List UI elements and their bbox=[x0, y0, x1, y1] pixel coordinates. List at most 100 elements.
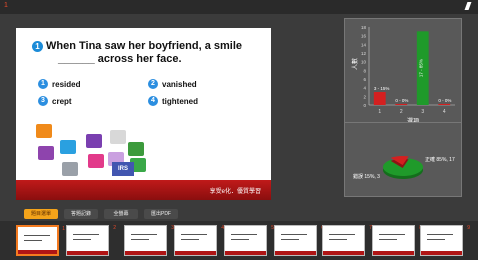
thumb-text-line bbox=[281, 239, 299, 240]
result-pie-chart: 正確 85%, 17 錯誤 15%, 3 bbox=[353, 156, 455, 180]
thumb-text-line bbox=[231, 239, 249, 240]
slide-thumbnail-2[interactable]: 2 bbox=[66, 225, 116, 256]
option-4-number-icon: 4 bbox=[148, 96, 158, 106]
thumb-footer bbox=[125, 251, 166, 255]
slide-thumbnail-6[interactable]: 6 bbox=[274, 225, 324, 256]
thumb-footer bbox=[225, 251, 266, 255]
option-4[interactable]: 4 tightened bbox=[148, 96, 198, 106]
bar-option-2 bbox=[395, 103, 408, 105]
bar-data-label: 0 - 0% bbox=[438, 98, 451, 103]
irs-badge: IRS bbox=[112, 162, 134, 176]
option-2-label: vanished bbox=[162, 79, 197, 89]
tile-decoration bbox=[128, 142, 144, 156]
y-tick-label: 16 bbox=[361, 34, 367, 39]
close-icon[interactable] bbox=[464, 2, 472, 10]
thumb-text-line bbox=[24, 240, 42, 241]
thumb-text-line bbox=[379, 239, 397, 240]
thumb-text-line bbox=[73, 239, 91, 240]
result-bar-chart-panel: 0 2 4 6 8 10 12 14 16 18 1 3 - 15% 2 0 - 0% 3 17 - 85%… bbox=[344, 18, 462, 128]
x-tick-label: 2 bbox=[400, 109, 403, 115]
x-tick-label: 3 bbox=[421, 109, 424, 115]
y-tick-label: 6 bbox=[363, 77, 366, 82]
thumb-text-line bbox=[131, 239, 149, 240]
y-tick-label: 2 bbox=[363, 94, 366, 99]
y-tick-label: 18 bbox=[361, 25, 367, 30]
thumb-footer bbox=[67, 251, 108, 255]
slide-thumbnail-1[interactable]: 1 bbox=[16, 225, 65, 256]
option-1-label: resided bbox=[52, 79, 81, 89]
thumb-footer bbox=[18, 250, 57, 254]
bar-option-4 bbox=[438, 103, 451, 105]
thumb-text-line bbox=[427, 234, 453, 235]
thumb-text-line bbox=[281, 234, 307, 235]
thumb-footer bbox=[275, 251, 316, 255]
question-number-icon: 1 bbox=[32, 41, 43, 52]
bar-data-label: 3 - 15% bbox=[374, 86, 390, 91]
tile-decoration bbox=[38, 146, 54, 160]
question-text: When Tina saw her boyfriend, a smile bbox=[46, 40, 243, 52]
thumbnail-number: 2 bbox=[113, 225, 116, 231]
option-2-number-icon: 2 bbox=[148, 79, 158, 89]
x-tick-label: 1 bbox=[378, 109, 381, 115]
option-3-number-icon: 3 bbox=[38, 96, 48, 106]
pie-label-wrong: 錯誤 15%, 3 bbox=[353, 173, 380, 180]
option-4-label: tightened bbox=[162, 96, 198, 106]
tile-decoration bbox=[36, 124, 52, 138]
y-tick-label: 8 bbox=[363, 68, 366, 73]
option-3[interactable]: 3 crept bbox=[38, 96, 72, 106]
bar-data-label: 0 - 0% bbox=[395, 98, 408, 103]
tab-export-pdf[interactable]: 匯出PDF bbox=[144, 209, 178, 219]
tab-fullscreen[interactable]: 全螢幕 bbox=[104, 209, 138, 219]
thumbnail-number: 1 bbox=[62, 226, 65, 232]
irs-presentation-app: 1 1 When Tina saw her boyfriend, a smile … bbox=[0, 0, 478, 260]
thumb-text-line bbox=[24, 235, 50, 236]
slide-thumbnail-5[interactable]: 5 bbox=[224, 225, 274, 256]
option-2[interactable]: 2 vanished bbox=[148, 79, 197, 89]
tab-bar: 題目選單 答題記錄 全螢幕 匯出PDF bbox=[0, 207, 478, 221]
slide-thumbnail-3[interactable]: 3 bbox=[124, 225, 174, 256]
thumb-text-line bbox=[329, 234, 355, 235]
pie-label-correct: 正確 85%, 17 bbox=[425, 156, 455, 163]
thumb-footer bbox=[175, 251, 216, 255]
top-bar: 1 bbox=[0, 0, 478, 14]
result-bar-chart: 0 2 4 6 8 10 12 14 16 18 1 3 - 15% 2 0 - 0% 3 17 - 85%… bbox=[351, 25, 455, 125]
option-1[interactable]: 1 resided bbox=[38, 79, 80, 89]
thumb-footer bbox=[373, 251, 414, 255]
slide-thumbnail-8[interactable]: 8 bbox=[372, 225, 422, 256]
thumbnail-number: 9 bbox=[467, 225, 470, 231]
thumb-text-line bbox=[131, 234, 157, 235]
question-line-2: ______ across her face. bbox=[58, 53, 182, 65]
tab-answer-records[interactable]: 答題記錄 bbox=[64, 209, 98, 219]
thumb-text-line bbox=[329, 239, 347, 240]
slide-thumbnail-7[interactable]: 7 bbox=[322, 225, 372, 256]
result-pie-chart-panel: 正確 85%, 17 錯誤 15%, 3 bbox=[344, 122, 462, 197]
y-tick-label: 14 bbox=[361, 42, 367, 47]
tile-decoration bbox=[110, 130, 126, 144]
tile-decoration bbox=[86, 134, 102, 148]
y-tick-label: 0 bbox=[363, 103, 366, 108]
tab-question-menu[interactable]: 題目選單 bbox=[24, 209, 58, 219]
slide-thumbnail-9[interactable]: 9 bbox=[420, 225, 470, 256]
bar-chart-y-label: 人數 bbox=[351, 58, 359, 70]
x-tick-label: 4 bbox=[443, 109, 446, 115]
y-tick-label: 4 bbox=[363, 86, 366, 91]
thumb-text-line bbox=[427, 239, 445, 240]
question-line-1: 1 When Tina saw her boyfriend, a smile bbox=[32, 40, 264, 53]
thumb-text-line bbox=[231, 234, 257, 235]
decorative-tiles bbox=[32, 124, 172, 184]
tile-decoration bbox=[62, 162, 78, 176]
bar-option-1 bbox=[373, 92, 386, 105]
thumb-text-line bbox=[181, 239, 199, 240]
thumb-text-line bbox=[181, 234, 207, 235]
tile-decoration bbox=[60, 140, 76, 154]
tile-decoration bbox=[88, 154, 104, 168]
thumb-text-line bbox=[379, 234, 405, 235]
thumb-footer bbox=[323, 251, 364, 255]
main-slide: 1 When Tina saw her boyfriend, a smile __… bbox=[16, 28, 271, 200]
bar-data-label: 17 - 85% bbox=[419, 59, 424, 77]
slide-thumbnail-strip: 1 2 3 4 5 6 bbox=[0, 221, 478, 260]
y-tick-label: 10 bbox=[361, 60, 367, 65]
slide-footer-text: 享受e化．優質學習 bbox=[209, 189, 261, 195]
slide-thumbnail-4[interactable]: 4 bbox=[174, 225, 224, 256]
current-slide-number: 1 bbox=[4, 2, 8, 9]
